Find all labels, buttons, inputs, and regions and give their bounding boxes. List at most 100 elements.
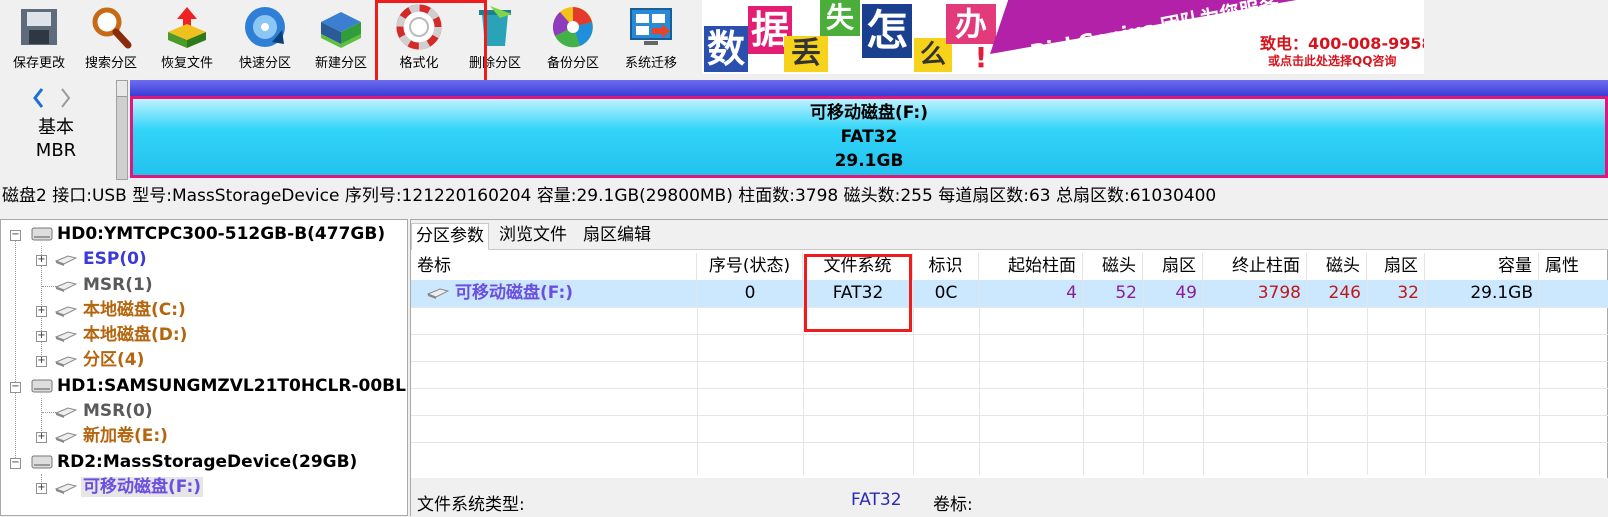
cell-attributes	[1539, 280, 1608, 307]
save-icon	[21, 9, 57, 45]
tree-partition-esp[interactable]: ESP(0)	[55, 247, 147, 271]
col-id[interactable]: 标识	[913, 253, 979, 280]
search-partition-label: 搜索分区	[84, 56, 137, 71]
grid-line	[1307, 280, 1308, 475]
quick-partition-label: 快速分区	[238, 56, 291, 71]
diskmap-scrollbar[interactable]	[116, 80, 128, 180]
grid-line	[913, 280, 914, 475]
banner-qq-link[interactable]: 或点击此处选择QQ咨询	[1268, 52, 1396, 69]
disk-type-mbr: MBR	[35, 140, 77, 161]
tree-line	[42, 286, 56, 287]
volume-label: 卷标:	[933, 495, 973, 515]
expand-f-toggle[interactable]: +	[36, 483, 47, 494]
tree-line	[15, 234, 16, 462]
grid-line	[411, 361, 1608, 362]
tree-partition-msr1[interactable]: MSR(1)	[55, 273, 153, 297]
expand-e-toggle[interactable]: +	[36, 432, 47, 443]
search-partition-button[interactable]: 搜索分区	[72, 0, 150, 74]
col-start-cylinder[interactable]: 起始柱面	[979, 253, 1083, 280]
partition-bar[interactable]: 可移动磁盘(F:) FAT32 29.1GB	[130, 80, 1608, 180]
backup-partition-button[interactable]: 备份分区	[534, 0, 612, 74]
partition-icon	[55, 331, 77, 342]
grid-line	[1143, 280, 1144, 475]
partition-icon	[55, 255, 77, 266]
grid-line	[1367, 280, 1368, 475]
tree-partition-c[interactable]: 本地磁盘(C:)	[55, 298, 186, 322]
cell-end-cylinder: 3798	[1257, 283, 1301, 303]
expand-esp-toggle[interactable]: +	[36, 255, 47, 266]
col-end-cylinder[interactable]: 终止柱面	[1203, 253, 1307, 280]
system-migrate-button[interactable]: 系统迁移	[612, 0, 690, 74]
partition-bar-header	[130, 80, 1608, 96]
col-start-sector[interactable]: 扇区	[1143, 253, 1203, 280]
col-end-sector[interactable]: 扇区	[1367, 253, 1425, 280]
tab-browse-files[interactable]: 浏览文件	[495, 223, 571, 250]
tree-disk-rd2[interactable]: RD2:MassStorageDevice(29GB)	[31, 450, 357, 474]
col-volume-label[interactable]: 卷标	[411, 253, 697, 280]
tree-disk-rd2-label: RD2:MassStorageDevice(29GB)	[57, 452, 358, 472]
support-banner[interactable]: 数 据 丢 失 怎 么 办 ! DiskGenius 团队为您服务 致电：400…	[702, 0, 1424, 74]
tree-partition-f[interactable]: 可移动磁盘(F:)	[55, 475, 204, 499]
cell-end-head: 246	[1328, 283, 1361, 303]
delete-partition-button[interactable]: 删除分区	[456, 0, 534, 74]
format-label: 格式化	[399, 56, 439, 71]
backup-partition-icon	[552, 7, 593, 48]
tree-partition-d[interactable]: 本地磁盘(D:)	[55, 323, 187, 347]
tab-partition-params[interactable]: 分区参数	[411, 223, 489, 250]
partition-block-fs: FAT32	[840, 127, 898, 147]
scrollbar-thumb[interactable]	[117, 81, 127, 97]
format-button[interactable]: 格式化	[380, 0, 458, 74]
disk-nav-arrows[interactable]	[32, 86, 78, 110]
fs-type-label: 文件系统类型:	[417, 495, 525, 515]
col-start-head[interactable]: 磁头	[1083, 253, 1143, 280]
expand-c-toggle[interactable]: +	[36, 306, 47, 317]
recover-file-button[interactable]: 恢复文件	[148, 0, 226, 74]
partition-icon	[55, 281, 77, 292]
quick-partition-button[interactable]: 快速分区	[226, 0, 304, 74]
grid-line	[1539, 280, 1540, 475]
expand-hd0-toggle[interactable]: −	[10, 230, 21, 241]
banner-info: DiskGenius 团队为您服务 致电：400-008-9958 或点击此处选…	[990, 0, 1424, 74]
cell-capacity: 29.1GB	[1470, 283, 1533, 303]
col-file-system[interactable]: 文件系统	[803, 253, 913, 280]
grid-line	[803, 280, 804, 475]
next-disk-icon[interactable]	[61, 88, 71, 108]
expand-rd2-toggle[interactable]: −	[10, 458, 21, 469]
partition-icon	[55, 306, 77, 317]
tree-partition-msr0[interactable]: MSR(0)	[55, 399, 153, 423]
grid-line	[1425, 280, 1426, 475]
new-partition-button[interactable]: 新建分区	[302, 0, 380, 74]
tab-sector-edit[interactable]: 扇区编辑	[579, 223, 655, 250]
tree-disk-hd0[interactable]: HD0:YMTCPC300-512GB-B(477GB)	[31, 222, 385, 246]
tree-disk-hd1[interactable]: HD1:SAMSUNGMZVL21T0HCLR-00BL2	[31, 374, 407, 398]
partition-icon	[427, 288, 449, 299]
col-index-status[interactable]: 序号(状态)	[697, 253, 803, 280]
fs-type-value: FAT32	[851, 490, 902, 510]
grid-line	[411, 415, 1608, 416]
disk-map: 基本 MBR 可移动磁盘(F:) FAT32 29.1GB	[0, 80, 1608, 180]
partition-icon	[55, 432, 77, 443]
col-attributes[interactable]: 属性	[1539, 253, 1608, 280]
tree-partition-e[interactable]: 新加卷(E:)	[55, 424, 168, 448]
expand-d-toggle[interactable]: +	[36, 331, 47, 342]
partition-icon	[55, 356, 77, 367]
prev-disk-icon[interactable]	[33, 88, 44, 108]
tree-partition-4[interactable]: 分区(4)	[55, 348, 144, 372]
disk-type-label: 基本 MBR	[10, 116, 102, 162]
format-icon	[396, 4, 442, 50]
partition-block-f[interactable]: 可移动磁盘(F:) FAT32 29.1GB	[130, 96, 1608, 178]
expand-part4-toggle[interactable]: +	[36, 356, 47, 367]
col-end-head[interactable]: 磁头	[1307, 253, 1367, 280]
partition-icon	[55, 483, 77, 494]
col-capacity[interactable]: 容量	[1425, 253, 1539, 280]
recover-file-label: 恢复文件	[160, 56, 213, 71]
disk-tree[interactable]: − HD0:YMTCPC300-512GB-B(477GB) + ESP(0) …	[0, 219, 408, 516]
partition-detail: 文件系统类型: FAT32 卷标:	[411, 478, 1608, 517]
tree-partition-4-label: 分区(4)	[83, 350, 145, 370]
expand-hd1-toggle[interactable]: −	[10, 382, 21, 393]
search-icon	[92, 7, 132, 49]
grid-line	[1083, 280, 1084, 475]
table-row[interactable]: 可移动磁盘(F:) 0 FAT32 0C 4 52 49 3798 246 32…	[411, 280, 1608, 307]
banner-char-8: !	[974, 41, 988, 74]
save-changes-button[interactable]: 保存更改	[0, 0, 78, 74]
